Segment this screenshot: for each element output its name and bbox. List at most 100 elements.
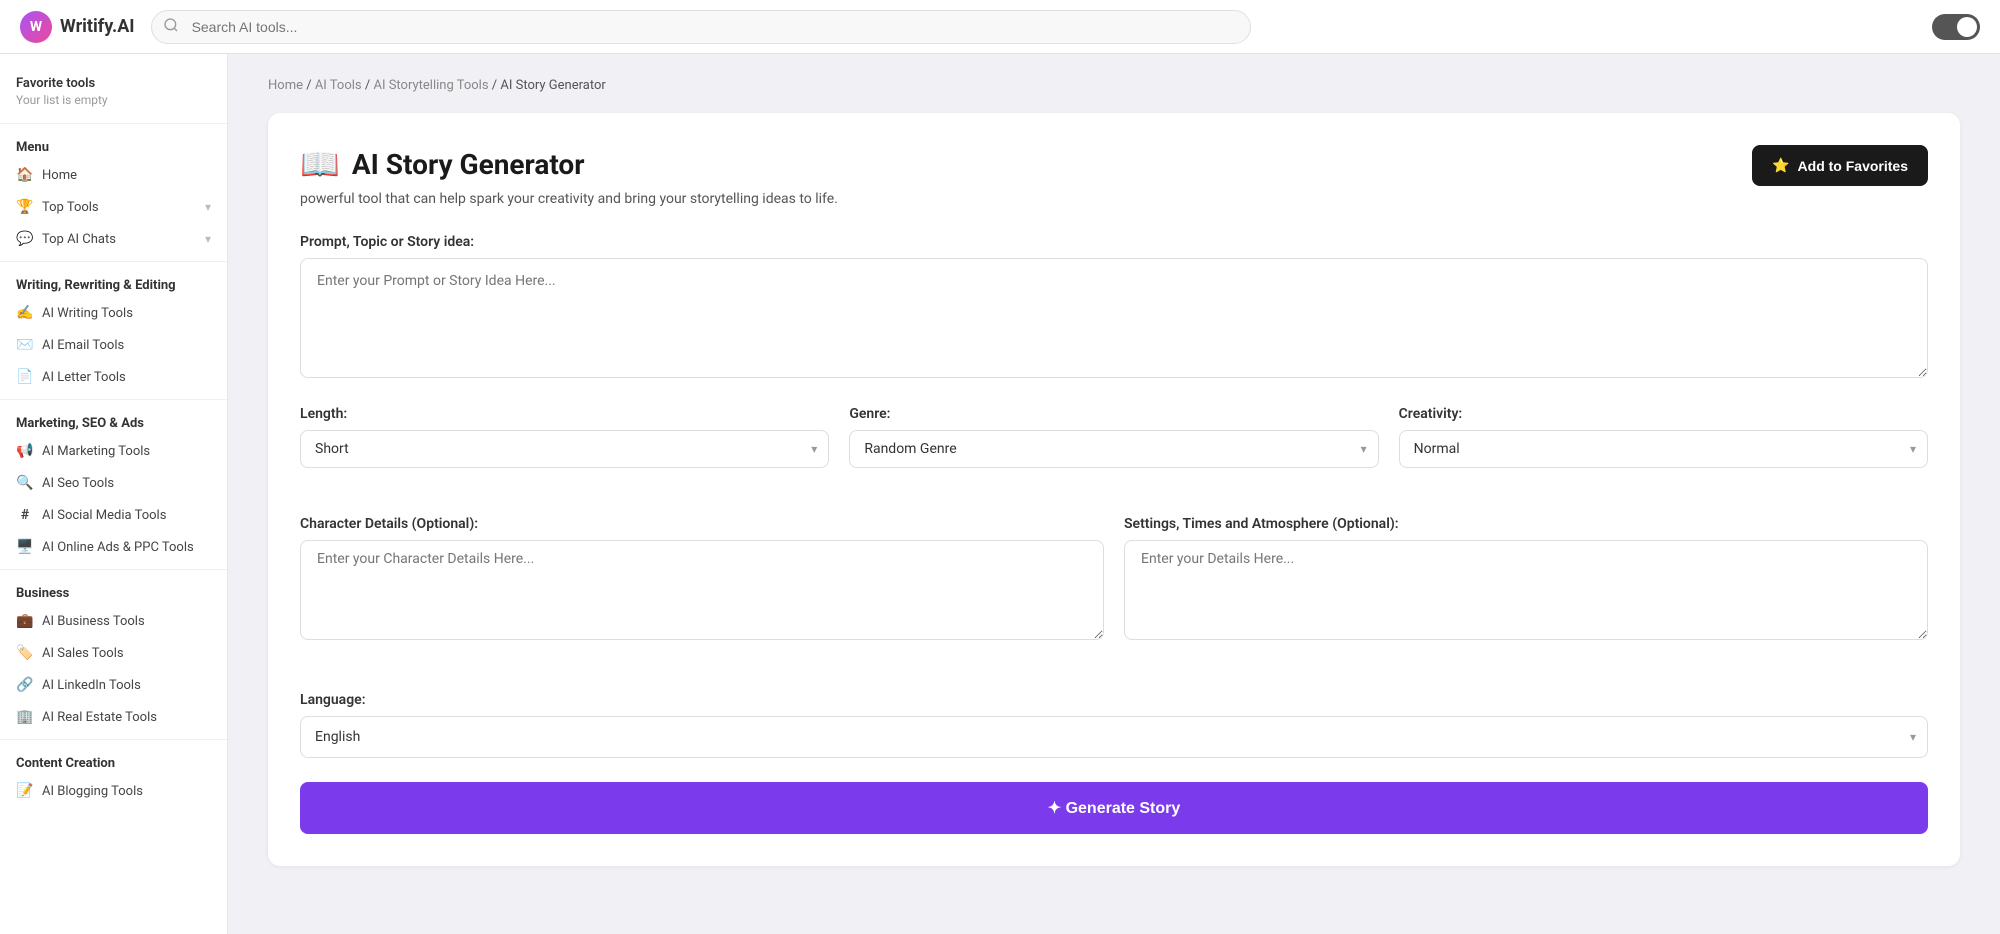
ai-writing-icon: ✍️ [16, 304, 34, 322]
character-textarea[interactable] [300, 540, 1104, 640]
add-favorites-button[interactable]: ⭐ Add to Favorites [1752, 145, 1928, 186]
ai-marketing-icon: 📢 [16, 442, 34, 460]
sidebar: Favorite tools Your list is empty Menu 🏠… [0, 54, 228, 934]
sidebar-item-ai-business-tools[interactable]: 💼 AI Business Tools [0, 605, 227, 637]
sidebar-item-ai-real-estate-tools[interactable]: 🏢 AI Real Estate Tools [0, 701, 227, 733]
sidebar-item-ai-blogging-label: AI Blogging Tools [42, 784, 211, 799]
genre-section: Genre: Random Genre Fantasy Science Fict… [849, 406, 1378, 468]
length-select-wrap: Short Medium Long ▾ [300, 430, 829, 468]
creativity-label: Creativity: [1399, 406, 1928, 422]
prompt-section: Prompt, Topic or Story idea: [300, 234, 1928, 382]
language-select[interactable]: English Spanish French German Portuguese… [300, 716, 1928, 758]
business-category: Business [0, 576, 227, 605]
genre-select[interactable]: Random Genre Fantasy Science Fiction Mys… [849, 430, 1378, 468]
sidebar-item-ai-linkedin-tools[interactable]: 🔗 AI LinkedIn Tools [0, 669, 227, 701]
generate-story-label: ✦ Generate Story [1048, 798, 1181, 818]
sidebar-item-top-tools[interactable]: 🏆 Top Tools ▾ [0, 191, 227, 223]
logo[interactable]: W Writify.AI [20, 11, 135, 43]
menu-label: Menu [0, 130, 227, 159]
toggle-knob [1957, 17, 1977, 37]
length-section: Length: Short Medium Long ▾ [300, 406, 829, 468]
top-tools-icon: 🏆 [16, 198, 34, 216]
sidebar-item-home[interactable]: 🏠 Home [0, 159, 227, 191]
sidebar-item-ai-social-media-tools[interactable]: # AI Social Media Tools [0, 499, 227, 531]
sidebar-item-ai-ads-label: AI Online Ads & PPC Tools [42, 540, 211, 555]
chevron-down-icon-2: ▾ [205, 232, 211, 246]
generate-story-button[interactable]: ✦ Generate Story [300, 782, 1928, 834]
language-section: Language: English Spanish French German … [300, 692, 1928, 758]
chevron-down-icon: ▾ [205, 200, 211, 214]
ai-linkedin-icon: 🔗 [16, 676, 34, 694]
sidebar-item-ai-marketing-label: AI Marketing Tools [42, 444, 211, 459]
sidebar-item-ai-seo-tools[interactable]: 🔍 AI Seo Tools [0, 467, 227, 499]
card-title-area: 📖 AI Story Generator powerful tool that … [300, 145, 838, 210]
prompt-textarea[interactable] [300, 258, 1928, 378]
character-section: Character Details (Optional): [300, 516, 1104, 644]
breadcrumb: Home / AI Tools / AI Storytelling Tools … [268, 78, 1960, 93]
search-input[interactable] [151, 10, 1251, 44]
breadcrumb-storytelling[interactable]: AI Storytelling Tools [373, 78, 488, 93]
sidebar-item-ai-blogging-tools[interactable]: 📝 AI Blogging Tools [0, 775, 227, 807]
star-icon: ⭐ [1772, 157, 1789, 174]
favorite-tools-title: Favorite tools [0, 70, 227, 93]
sidebar-item-ai-sales-label: AI Sales Tools [42, 646, 211, 661]
ai-letter-icon: 📄 [16, 368, 34, 386]
ai-sales-icon: 🏷️ [16, 644, 34, 662]
ai-seo-icon: 🔍 [16, 474, 34, 492]
breadcrumb-current: AI Story Generator [500, 78, 605, 93]
length-label: Length: [300, 406, 829, 422]
creativity-select-wrap: Normal Low High Very High ▾ [1399, 430, 1928, 468]
optional-row: Character Details (Optional): Settings, … [300, 516, 1928, 668]
creativity-section: Creativity: Normal Low High Very High ▾ [1399, 406, 1928, 468]
card-description: powerful tool that can help spark your c… [300, 189, 838, 210]
divider-3 [0, 399, 227, 400]
length-select[interactable]: Short Medium Long [300, 430, 829, 468]
marketing-category: Marketing, SEO & Ads [0, 406, 227, 435]
settings-section: Settings, Times and Atmosphere (Optional… [1124, 516, 1928, 644]
breadcrumb-ai-tools[interactable]: AI Tools [315, 78, 362, 93]
ai-email-icon: ✉️ [16, 336, 34, 354]
sidebar-item-top-ai-chats-label: Top AI Chats [42, 232, 197, 247]
sidebar-item-ai-linkedin-label: AI LinkedIn Tools [42, 678, 211, 693]
settings-textarea[interactable] [1124, 540, 1928, 640]
favorite-tools-empty: Your list is empty [0, 93, 227, 117]
top-ai-chats-icon: 💬 [16, 230, 34, 248]
writing-category: Writing, Rewriting & Editing [0, 268, 227, 297]
sidebar-item-top-tools-label: Top Tools [42, 200, 197, 215]
sidebar-item-ai-seo-label: AI Seo Tools [42, 476, 211, 491]
sidebar-item-home-label: Home [42, 168, 211, 183]
sidebar-item-ai-writing-tools[interactable]: ✍️ AI Writing Tools [0, 297, 227, 329]
sidebar-item-ai-online-ads[interactable]: 🖥️ AI Online Ads & PPC Tools [0, 531, 227, 563]
settings-label: Settings, Times and Atmosphere (Optional… [1124, 516, 1928, 532]
sidebar-item-ai-marketing-tools[interactable]: 📢 AI Marketing Tools [0, 435, 227, 467]
card-title-text: AI Story Generator [352, 148, 585, 181]
sidebar-item-ai-real-estate-label: AI Real Estate Tools [42, 710, 211, 725]
divider-1 [0, 123, 227, 124]
dark-mode-toggle[interactable] [1932, 14, 1980, 40]
creativity-select[interactable]: Normal Low High Very High [1399, 430, 1928, 468]
card-icon: 📖 [300, 145, 340, 183]
sidebar-item-ai-sales-tools[interactable]: 🏷️ AI Sales Tools [0, 637, 227, 669]
prompt-label: Prompt, Topic or Story idea: [300, 234, 1928, 250]
language-select-wrap: English Spanish French German Portuguese… [300, 716, 1928, 758]
logo-text: Writify.AI [60, 16, 135, 37]
sidebar-item-top-ai-chats[interactable]: 💬 Top AI Chats ▾ [0, 223, 227, 255]
genre-label: Genre: [849, 406, 1378, 422]
sidebar-item-ai-email-label: AI Email Tools [42, 338, 211, 353]
sidebar-item-ai-writing-label: AI Writing Tools [42, 306, 211, 321]
search-bar [151, 10, 1251, 44]
ai-blogging-icon: 📝 [16, 782, 34, 800]
sidebar-item-ai-email-tools[interactable]: ✉️ AI Email Tools [0, 329, 227, 361]
search-icon [163, 17, 179, 37]
divider-2 [0, 261, 227, 262]
add-favorites-label: Add to Favorites [1798, 158, 1908, 174]
ai-ads-icon: 🖥️ [16, 538, 34, 556]
content-category: Content Creation [0, 746, 227, 775]
content-area: Home / AI Tools / AI Storytelling Tools … [228, 54, 2000, 934]
ai-social-icon: # [16, 506, 34, 524]
sidebar-item-ai-letter-tools[interactable]: 📄 AI Letter Tools [0, 361, 227, 393]
sidebar-item-ai-social-label: AI Social Media Tools [42, 508, 211, 523]
ai-business-icon: 💼 [16, 612, 34, 630]
genre-select-wrap: Random Genre Fantasy Science Fiction Mys… [849, 430, 1378, 468]
breadcrumb-home[interactable]: Home [268, 78, 303, 93]
